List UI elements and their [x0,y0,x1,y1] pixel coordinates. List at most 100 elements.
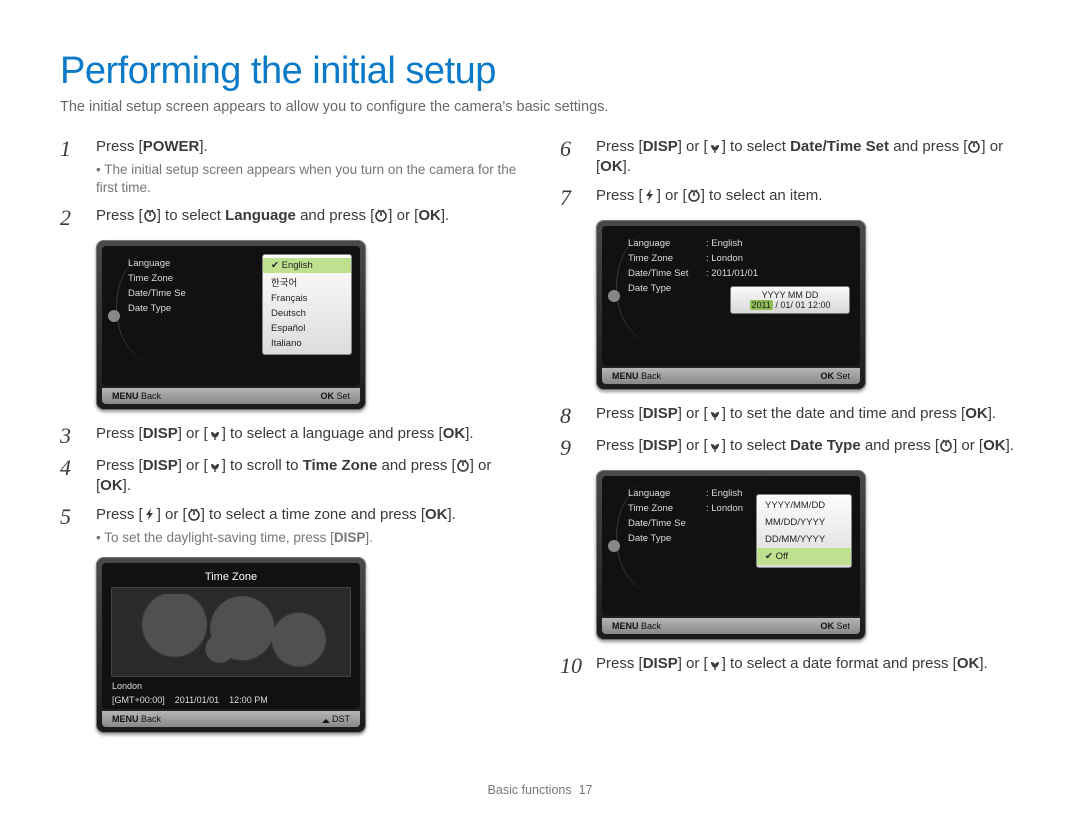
disp-label: DISP [643,138,678,155]
menu-value: : 2011/01/01 [706,268,758,279]
flash-icon [643,188,657,202]
txt: Press [ [596,405,643,422]
txt: ] or [ [657,187,687,204]
ok-label: OK [425,506,448,523]
txt: ]. [623,158,631,175]
txt: ] or [ [953,437,983,454]
step-number: 3 [60,424,84,448]
step-number: 5 [60,505,84,547]
step-8: 8 Press [DISP] or [] to set the date and… [560,404,1020,428]
popup-item: Français [263,291,351,306]
txt: Press [ [596,187,643,204]
txt: ]. [988,405,996,422]
menu-label: Language [628,238,706,249]
date-header: YYYY MM DD [736,290,844,300]
step-number: 9 [560,436,584,460]
step-10: 10 Press [DISP] or [] to select a date f… [560,654,1020,678]
txt: ]. [979,655,987,672]
power-label: POWER [143,138,200,155]
ok-label: OK [965,405,988,422]
txt: ] to select [157,207,225,224]
tz-title: Time Zone [102,569,360,587]
ok-label: OK [418,207,441,224]
date-edit-box: YYYY MM DD 2011 / 01/ 01 12:00 [730,286,850,314]
macro-icon [208,458,222,472]
menu-label: MENU [112,714,139,724]
macro-icon [208,426,222,440]
set-label: Set [336,391,350,401]
txt: ] to select [722,437,790,454]
step-7: 7 Press [] or [] to select an item. [560,186,1020,210]
popup-item: Deutsch [263,306,351,321]
menu-value: : London [706,503,743,514]
screen-timezone: Time Zone London [GMT+00:00] 2011/01/01 … [96,557,366,733]
ok-label: OK [600,158,623,175]
macro-icon [708,438,722,452]
step-5: 5 Press [ ] or [ ] to select a time zone a… [60,505,520,547]
step-6: 6 Press [DISP] or [] to select Date/Time… [560,137,1020,178]
screen-datetype: Language: English Time Zone: London Date… [596,470,866,640]
step-9: 9 Press [DISP] or [] to select Date Type… [560,436,1020,460]
disp-label: DISP [643,437,678,454]
screen-datetime: Language: English Time Zone: London Date… [596,220,866,390]
popup-item: English [282,260,313,271]
txt: ] or [ [157,506,187,523]
sub-txt: ]. [365,530,373,545]
menu-label: Language [128,258,206,269]
popup-item: MM/DD/YYYY [757,514,851,531]
sub-txt: The initial setup screen appears when yo… [96,162,516,195]
menu-label: Language [628,488,706,499]
popup-item: Italiano [263,336,351,351]
back-label: Back [141,391,161,401]
txt: ]. [1006,437,1014,454]
menu-label: MENU [112,391,139,401]
txt: Press [ [96,457,143,474]
popup-item: 한국어 [263,273,351,291]
txt: ]. [465,425,473,442]
timer-icon [143,208,157,222]
step-4: 4 Press [DISP] or [] to scroll to Time Z… [60,456,520,497]
txt: ]. [123,477,131,494]
flash-icon [143,507,157,521]
bold: Time Zone [303,457,378,474]
date-rest: / 01/ 01 12:00 [775,300,830,310]
menu-label: Date Type [128,303,206,314]
step-number: 10 [560,654,584,678]
disp-label: DISP [143,457,178,474]
step-number: 6 [560,137,584,178]
txt: Press [ [596,437,643,454]
set-label: Set [836,621,850,631]
page-footer: Basic functions 17 [0,783,1080,797]
step-number: 4 [60,456,84,497]
txt: Press [ [96,506,143,523]
txt: ] to select a time zone and press [ [201,506,425,523]
popup-item: DD/MM/YYYY [757,531,851,548]
language-popup: ✔ English 한국어 Français Deutsch Español I… [262,254,352,355]
txt: ] or [ [678,138,708,155]
menu-label: Time Zone [128,273,206,284]
txt: ] to set the date and time and press [ [722,405,965,422]
intro-text: The initial setup screen appears to allo… [60,99,1020,115]
date-year: 2011 [750,300,773,310]
disp-label: DISP [643,405,678,422]
tz-date: 2011/01/01 [175,695,219,705]
txt: ] or [ [178,457,208,474]
txt: and press [ [861,437,939,454]
ok-label: OK [820,371,834,381]
menu-value: : London [706,253,743,264]
ok-label: OK [957,655,980,672]
txt: and press [ [296,207,374,224]
menu-label: Date/Time Set [628,268,706,279]
tz-gmt: [GMT+00:00] [112,695,165,705]
back-label: Back [641,621,661,631]
txt: ]. [441,207,449,224]
dst-label: DST [332,714,350,724]
datetype-popup: YYYY/MM/DD MM/DD/YYYY DD/MM/YYYY ✔ Off [756,494,852,568]
timer-icon [967,139,981,153]
disp-label: DISP [334,530,366,545]
step-number: 7 [560,186,584,210]
back-label: Back [141,714,161,724]
footer-page: 17 [579,783,593,797]
step-number: 1 [60,137,84,198]
popup-item: Off [776,551,789,562]
